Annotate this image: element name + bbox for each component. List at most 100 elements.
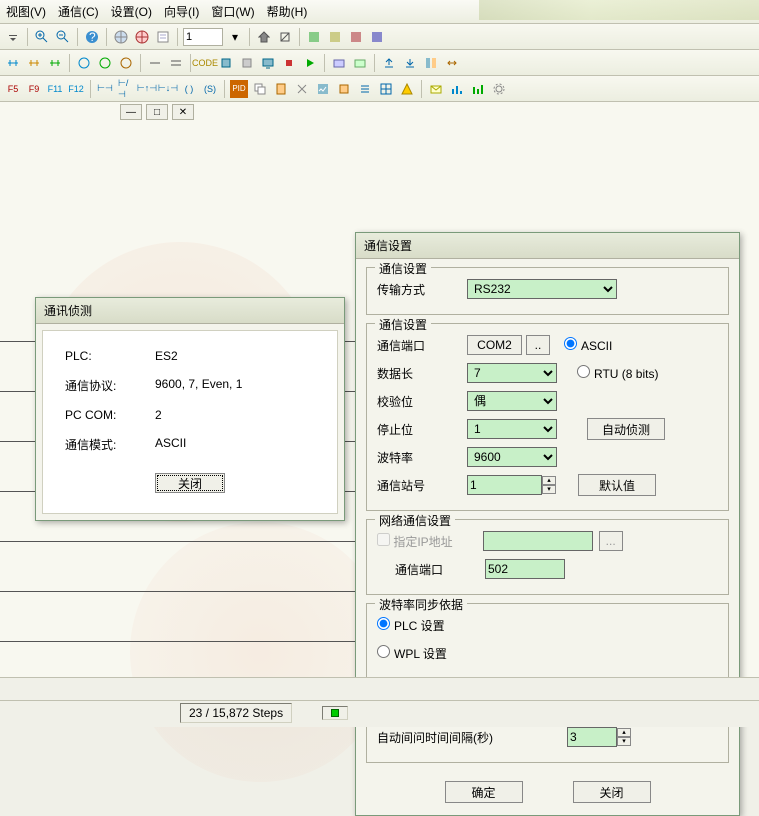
default-button[interactable]: 默认值 [578,474,656,496]
plc-setting-radio[interactable] [377,617,390,630]
menu-option[interactable]: 设置(O) [111,3,152,20]
relay-no-icon[interactable]: ⊢⊣ [96,80,114,98]
station-input[interactable] [467,475,542,495]
run-icon[interactable] [301,54,319,72]
datalen-select[interactable]: 7 [467,363,557,383]
plc-value: ES2 [155,349,178,363]
offline-icon[interactable] [238,54,256,72]
run-led-icon [331,709,339,717]
gear-icon[interactable] [490,80,508,98]
coil-icon[interactable]: ( ) [180,80,198,98]
net-b-icon[interactable] [96,54,114,72]
protocol-label: 通信协议: [65,377,155,394]
cut-icon[interactable] [293,80,311,98]
tool-c-icon[interactable] [347,28,365,46]
menu-view[interactable]: 视图(V) [6,3,46,20]
rtu-radio[interactable] [577,365,590,378]
net-c-icon[interactable] [117,54,135,72]
bar1-icon[interactable] [448,80,466,98]
net-a-icon[interactable] [75,54,93,72]
rung2-icon[interactable] [167,54,185,72]
ascii-radio[interactable] [564,337,577,350]
globe-icon[interactable] [112,28,130,46]
zoom-out-icon[interactable] [54,28,72,46]
mail-icon[interactable] [427,80,445,98]
menu-comm[interactable]: 通信(C) [58,3,99,20]
copy-icon[interactable] [251,80,269,98]
coil-set-icon[interactable]: (S) [201,80,219,98]
upload-icon[interactable] [380,54,398,72]
monitor-icon[interactable] [259,54,277,72]
station-spinner[interactable]: ▴▾ [542,476,556,494]
bar2-icon[interactable] [469,80,487,98]
ascii-label: ASCII [581,339,612,353]
pccom-label: PC COM: [65,408,155,422]
ladder3-icon[interactable] [46,54,64,72]
paste-icon[interactable] [272,80,290,98]
download-icon[interactable] [401,54,419,72]
menu-help[interactable]: 帮助(H) [267,3,308,20]
block-icon[interactable] [335,80,353,98]
tool-b-icon[interactable] [326,28,344,46]
relay-up-icon[interactable]: ⊢↑⊣ [138,80,156,98]
grid-icon[interactable] [377,80,395,98]
rung1-icon[interactable] [146,54,164,72]
relay-nc-icon[interactable]: ⊢/⊣ [117,80,135,98]
note-icon[interactable] [154,28,172,46]
help-icon[interactable]: ? [83,28,101,46]
tab2-icon[interactable] [351,54,369,72]
warn-icon[interactable] [398,80,416,98]
wpl-setting-radio[interactable] [377,645,390,658]
toolbar-2: CODE [0,50,759,76]
func-f11-icon[interactable]: F11 [46,80,64,98]
code-icon[interactable]: CODE [196,54,214,72]
end-icon[interactable] [276,28,294,46]
detect-close-button[interactable]: 关闭 [155,473,225,493]
interval-input[interactable] [567,727,617,747]
menu-window[interactable]: 窗口(W) [211,3,254,20]
ladder2-icon[interactable] [25,54,43,72]
net-port-input[interactable] [485,559,565,579]
steps-text: 23 / 15,872 Steps [189,706,283,720]
baud-label: 波特率 [377,449,467,466]
parity-select[interactable]: 偶 [467,391,557,411]
func-f5-icon[interactable]: F5 [4,80,22,98]
interval-spinner[interactable]: ▴▾ [617,728,631,746]
dropdown-icon[interactable] [4,28,22,46]
link-icon[interactable] [443,54,461,72]
chart-icon[interactable] [314,80,332,98]
step-input[interactable] [183,28,223,46]
mdi-maximize-icon[interactable]: □ [146,104,168,120]
dropdown2-icon[interactable]: ▾ [226,28,244,46]
online-icon[interactable] [217,54,235,72]
compare-icon[interactable] [422,54,440,72]
stop-icon[interactable] [280,54,298,72]
stopbit-select[interactable]: 1 [467,419,557,439]
transfer-select[interactable]: RS232 [467,279,617,299]
tool-d-icon[interactable] [368,28,386,46]
tool-a-icon[interactable] [305,28,323,46]
dialog-title: 通讯侦测 [36,298,344,324]
transfer-label: 传输方式 [377,281,467,298]
tab1-icon[interactable] [330,54,348,72]
ok-button[interactable]: 确定 [445,781,523,803]
globe-red-icon[interactable] [133,28,151,46]
auto-detect-button[interactable]: 自动侦测 [587,418,665,440]
zoom-in-icon[interactable] [33,28,51,46]
relay-dn-icon[interactable]: ⊢↓⊣ [159,80,177,98]
port-label: 通信端口 [377,337,467,354]
func-f12-icon[interactable]: F12 [67,80,85,98]
pid-icon[interactable]: PID [230,80,248,98]
baud-select[interactable]: 9600 [467,447,557,467]
browse-port-button[interactable]: .. [526,335,550,355]
menu-wizard[interactable]: 向导(I) [164,3,199,20]
ladder1-icon[interactable] [4,54,22,72]
list-icon[interactable] [356,80,374,98]
func-f9-icon[interactable]: F9 [25,80,43,98]
mdi-close-icon[interactable]: ✕ [172,104,194,120]
home-icon[interactable] [255,28,273,46]
mdi-minimize-icon[interactable]: — [120,104,142,120]
plc-label: PLC: [65,349,155,363]
com-port-button[interactable]: COM2 [467,335,522,355]
cancel-button[interactable]: 关闭 [573,781,651,803]
